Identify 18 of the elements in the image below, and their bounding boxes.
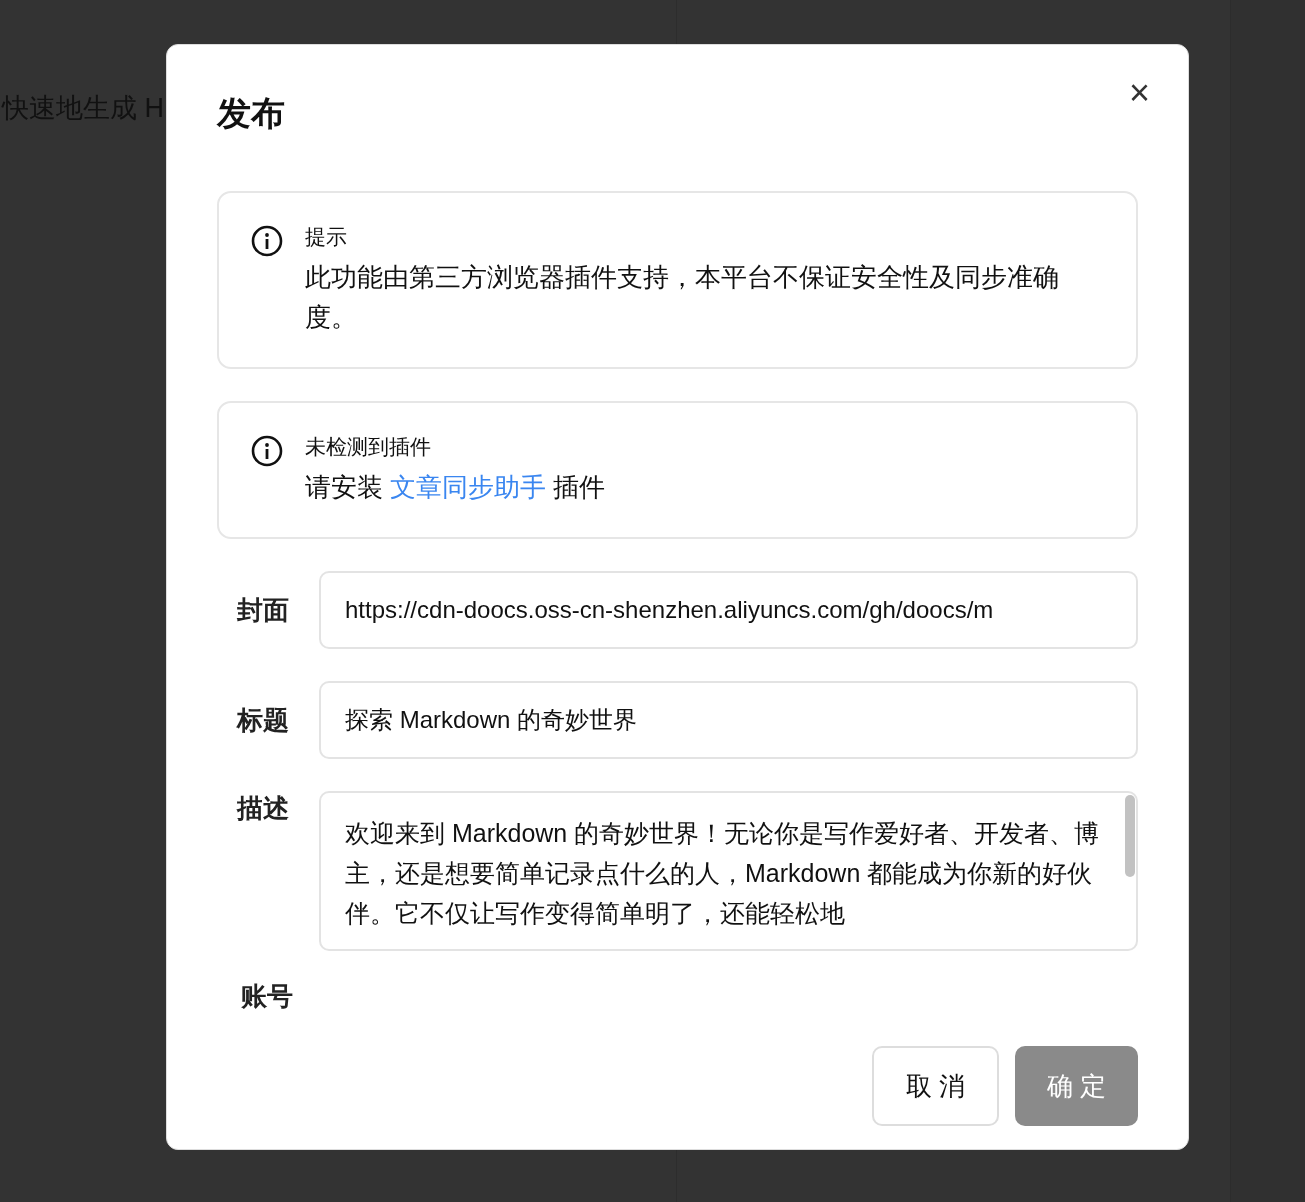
plugin-link[interactable]: 文章同步助手 [390, 472, 547, 502]
alert-message: 请安装 文章同步助手 插件 [305, 471, 607, 504]
alert-title: 未检测到插件 [305, 434, 432, 460]
field-label: 描述 [235, 792, 289, 825]
close-button[interactable]: × [1126, 75, 1152, 111]
alert-title: 提示 [305, 224, 348, 250]
description-field[interactable]: 欢迎来到 Markdown 的奇妙世界！无论你是写作爱好者、开发者、博主，还是想要简单记录点什么的人，Markdown 都能成为你新的好伙伴。它不仅让写作变得简单明了，还能轻松地 [319, 791, 1138, 951]
input-field[interactable]: https://cdn-doocs.oss-cn-shenzhen.aliyuncs.com/gh/doocs/m [319, 571, 1138, 649]
field-label: 账号 [240, 980, 294, 1013]
cancel-button[interactable]: 取 消 [871, 1046, 999, 1126]
info-icon [251, 435, 283, 467]
scrollbar-thumb[interactable] [1125, 795, 1135, 877]
field-label: 标题 [235, 703, 289, 737]
info-icon [251, 225, 283, 257]
dialog-title: 发布 [217, 93, 285, 134]
alert-message: 此功能由第三方浏览器插件支持，本平台不保证安全性及同步准确度。 [305, 261, 1060, 334]
input-field[interactable]: 探索 Markdown 的奇妙世界 [319, 681, 1138, 759]
field-label: 封面 [236, 593, 289, 627]
